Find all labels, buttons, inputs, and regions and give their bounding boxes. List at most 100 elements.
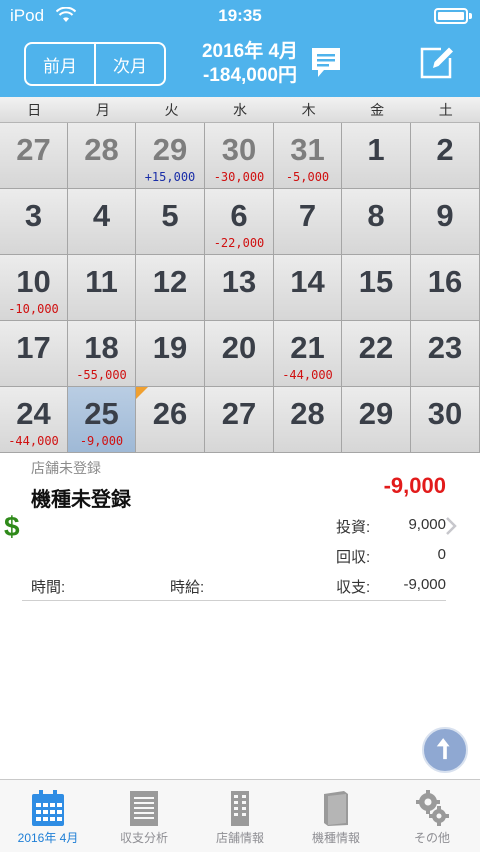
next-month-button[interactable]: 次月 [94,44,164,84]
calendar-day[interactable]: 26 [136,387,205,453]
month-switcher: 前月 次月 [24,42,166,86]
calendar-day[interactable]: 17 [0,321,68,387]
calendar-day[interactable]: 28 [274,387,342,453]
day-amount: -44,000 [8,434,59,448]
calendar-day[interactable]: 29 [342,387,411,453]
calendar-day[interactable]: 23 [411,321,480,387]
calendar-day[interactable]: 8 [342,189,411,255]
tab-analysis[interactable]: 収支分析 [96,780,192,852]
day-number: 4 [92,198,111,233]
tab-analysis-label: 収支分析 [119,831,168,845]
day-number: 16 [427,264,463,299]
day-number: 3 [24,198,43,233]
dollar-icon: $ [4,511,20,542]
weekday-sat: 土 [438,102,453,118]
calendar-day[interactable]: 29 +15,000 [136,123,205,189]
shop-name: 店舗未登録 [31,460,101,476]
arrow-up-icon [436,738,450,760]
calendar-day[interactable]: 30 [411,387,480,453]
tab-bar: 2016年 4月 収支分析 店舗情報 機種情報 その他 [0,779,480,852]
day-detail-panel: 店舗未登録 機種未登録 -9,000 $ 投資: 9,000 回収: 0 収支:… [0,453,480,753]
tab-machine[interactable]: 機種情報 [288,780,384,852]
hourly-label: 時給: [170,579,205,596]
memo-icon[interactable] [310,46,342,80]
calendar-day[interactable]: 6 -22,000 [205,189,274,255]
page-title: 2016年 4月 -184,000円 [180,40,320,88]
day-number: 28 [290,396,325,431]
calendar-day[interactable]: 16 [411,255,480,321]
memo-marker [136,387,148,399]
calendar-day[interactable]: 5 [136,189,205,255]
calendar-day[interactable]: 30 -30,000 [205,123,274,189]
calendar-day[interactable]: 12 [136,255,205,321]
chevron-right-icon[interactable] [444,515,458,537]
divider [22,600,446,601]
recovery-label: 回収: [336,549,371,566]
machine-name[interactable]: 機種未登録 [31,483,131,512]
investment-row: 投資: 9,000 [336,516,446,537]
compose-icon[interactable] [419,44,455,80]
tab-other-label: その他 [413,831,450,845]
day-number: 8 [367,198,385,233]
calendar-day[interactable]: 20 [205,321,274,387]
day-number: 15 [358,264,394,299]
day-number: 28 [84,132,119,167]
tab-calendar[interactable]: 2016年 4月 [0,780,96,852]
calendar-day[interactable]: 15 [342,255,411,321]
day-number: 7 [298,198,317,233]
calendar-day[interactable]: 7 [274,189,342,255]
day-number: 31 [290,132,325,167]
tab-machine-label: 機種情報 [311,831,360,845]
day-number: 5 [161,198,179,233]
calendar-day[interactable]: 27 [0,123,68,189]
day-number: 6 [230,198,248,233]
day-amount: -10,000 [8,302,59,316]
calendar-day[interactable]: 13 [205,255,274,321]
recovery-row: 回収: 0 [336,546,446,567]
calendar-day[interactable]: 11 [68,255,136,321]
calendar-day[interactable]: 27 [205,387,274,453]
title-month: 2016年 4月 [201,41,299,62]
calendar-day[interactable]: 4 [68,189,136,255]
calendar-day[interactable]: 21 -44,000 [274,321,342,387]
day-amount: -44,000 [282,368,333,382]
calendar-day[interactable]: 18 -55,000 [68,321,136,387]
weekday-wed: 水 [233,102,248,118]
calendar-day[interactable]: 24 -44,000 [0,387,68,453]
balance-value: -9,000 [403,576,446,593]
tab-shop[interactable]: 店舗情報 [192,780,288,852]
calendar-day[interactable]: 14 [274,255,342,321]
weekday-thu: 木 [301,102,316,118]
calendar-day[interactable]: 9 [411,189,480,255]
time-label: 時間: [31,579,66,596]
calendar-day[interactable]: 3 [0,189,68,255]
tab-calendar-label: 2016年 4月 [17,831,79,845]
calendar-day[interactable]: 1 [342,123,411,189]
day-number: 27 [221,396,257,431]
day-number: 14 [290,264,325,299]
calendar-day[interactable]: 19 [136,321,205,387]
day-amount: -55,000 [76,368,127,382]
status-bar: iPod 19:35 [0,0,480,34]
calendar-icon [32,790,64,826]
day-number: 18 [84,330,119,365]
calendar-day[interactable]: 22 [342,321,411,387]
day-amount: -22,000 [213,236,265,250]
clock: 19:35 [218,6,262,25]
weekday-sun: 日 [27,102,42,118]
day-amount: +15,000 [144,170,196,184]
calendar-day[interactable]: 10 -10,000 [0,255,68,321]
tab-other[interactable]: その他 [384,780,480,852]
scroll-to-top-button[interactable] [422,727,468,773]
day-number: 25 [84,396,119,431]
prev-month-button[interactable]: 前月 [26,44,94,84]
day-number: 30 [221,132,257,167]
calendar-day[interactable]: 31 -5,000 [274,123,342,189]
day-number: 12 [152,264,188,299]
day-number: 22 [358,330,394,365]
day-total: -9,000 [383,473,446,498]
notebook-icon [130,791,158,826]
calendar-day[interactable]: 25 -9,000 [68,387,136,453]
calendar-day[interactable]: 2 [411,123,480,189]
calendar-day[interactable]: 28 [68,123,136,189]
